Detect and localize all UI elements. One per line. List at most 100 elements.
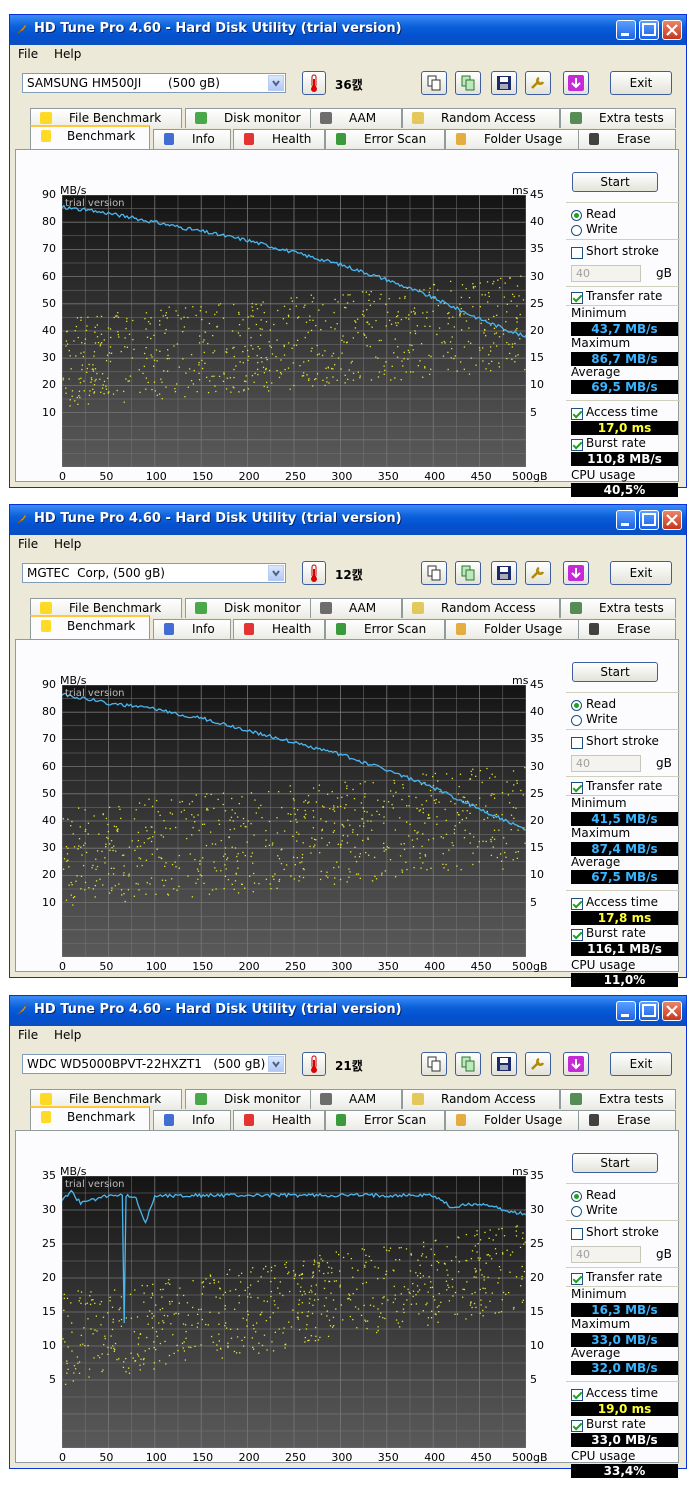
- tab-error-scan[interactable]: Error Scan: [325, 1110, 445, 1130]
- download-button[interactable]: [563, 1052, 589, 1076]
- options-button[interactable]: [525, 71, 551, 95]
- tab-disk-monitor[interactable]: Disk monitor: [185, 598, 311, 618]
- menu-file[interactable]: File: [18, 1028, 38, 1042]
- burst-rate-checkbox[interactable]: [571, 929, 583, 941]
- tab-erase[interactable]: Erase: [578, 619, 676, 639]
- tab-benchmark[interactable]: Benchmark: [30, 1106, 150, 1130]
- close-button[interactable]: [662, 1001, 682, 1021]
- tab-folder-usage[interactable]: Folder Usage: [445, 129, 579, 149]
- options-button[interactable]: [525, 561, 551, 585]
- menu-help[interactable]: Help: [54, 47, 81, 61]
- tab-random-access[interactable]: Random Access: [402, 108, 560, 128]
- read-radio[interactable]: [571, 1191, 582, 1202]
- copy-all-button[interactable]: [455, 71, 481, 95]
- tab-error-scan[interactable]: Error Scan: [325, 129, 445, 149]
- burst-rate-checkbox[interactable]: [571, 439, 583, 451]
- tab-info[interactable]: Info: [153, 1110, 231, 1130]
- transfer-rate-checkbox[interactable]: [571, 782, 583, 794]
- drive-select[interactable]: WDC WD5000BPVT-22HXZT1 (500 gB): [22, 1054, 286, 1074]
- tab-random-access[interactable]: Random Access: [402, 598, 560, 618]
- chevron-down-icon[interactable]: [268, 565, 284, 581]
- exit-button[interactable]: Exit: [610, 71, 672, 95]
- copy-info-button[interactable]: [421, 1052, 447, 1076]
- download-button[interactable]: [563, 561, 589, 585]
- start-button[interactable]: Start: [572, 662, 658, 682]
- chevron-down-icon[interactable]: [268, 1056, 284, 1072]
- tab-info[interactable]: Info: [153, 619, 231, 639]
- minimize-button[interactable]: [616, 1001, 636, 1021]
- stroke-size-field[interactable]: 40: [571, 1246, 641, 1263]
- minimize-button[interactable]: [616, 20, 636, 40]
- tab-aam[interactable]: AAM: [310, 1089, 402, 1109]
- title-bar[interactable]: HD Tune Pro 4.60 - Hard Disk Utility (tr…: [10, 505, 686, 535]
- save-button[interactable]: [491, 1052, 517, 1076]
- menu-file[interactable]: File: [18, 537, 38, 551]
- minimize-button[interactable]: [616, 510, 636, 530]
- access-time-checkbox[interactable]: [571, 898, 583, 910]
- read-radio[interactable]: [571, 700, 582, 711]
- short-stroke-checkbox[interactable]: [571, 737, 583, 749]
- access-time-checkbox[interactable]: [571, 408, 583, 420]
- download-button[interactable]: [563, 71, 589, 95]
- transfer-rate-checkbox[interactable]: [571, 292, 583, 304]
- tab-disk-monitor[interactable]: Disk monitor: [185, 1089, 311, 1109]
- short-stroke-checkbox[interactable]: [571, 247, 583, 259]
- save-button[interactable]: [491, 71, 517, 95]
- temperature-button[interactable]: [302, 561, 326, 585]
- short-stroke-checkbox[interactable]: [571, 1228, 583, 1240]
- tab-random-access[interactable]: Random Access: [402, 1089, 560, 1109]
- maximize-button[interactable]: [639, 20, 659, 40]
- access-time-checkbox[interactable]: [571, 1389, 583, 1401]
- temperature-button[interactable]: [302, 1052, 326, 1076]
- copy-all-button[interactable]: [455, 1052, 481, 1076]
- chevron-down-icon[interactable]: [268, 75, 284, 91]
- maximize-button[interactable]: [639, 510, 659, 530]
- stroke-size-field[interactable]: 40: [571, 755, 641, 772]
- tab-aam[interactable]: AAM: [310, 598, 402, 618]
- close-button[interactable]: [662, 20, 682, 40]
- stroke-size-field[interactable]: 40: [571, 265, 641, 282]
- tab-extra-tests[interactable]: Extra tests: [560, 1089, 676, 1109]
- tab-disk-monitor[interactable]: Disk monitor: [185, 108, 311, 128]
- tab-info[interactable]: Info: [153, 129, 231, 149]
- tab-extra-tests[interactable]: Extra tests: [560, 598, 676, 618]
- access-time-point: [319, 852, 321, 854]
- menu-help[interactable]: Help: [54, 1028, 81, 1042]
- drive-select[interactable]: MGTEC Corp, (500 gB): [22, 563, 286, 583]
- read-radio[interactable]: [571, 210, 582, 221]
- tab-benchmark[interactable]: Benchmark: [30, 125, 150, 149]
- tab-erase[interactable]: Erase: [578, 129, 676, 149]
- tab-error-scan[interactable]: Error Scan: [325, 619, 445, 639]
- close-button[interactable]: [662, 510, 682, 530]
- start-button[interactable]: Start: [572, 172, 658, 192]
- title-bar[interactable]: HD Tune Pro 4.60 - Hard Disk Utility (tr…: [10, 996, 686, 1026]
- write-radio[interactable]: [571, 225, 582, 236]
- temperature-button[interactable]: [302, 71, 326, 95]
- menu-help[interactable]: Help: [54, 537, 81, 551]
- exit-button[interactable]: Exit: [610, 1052, 672, 1076]
- tab-health[interactable]: Health: [233, 1110, 325, 1130]
- tab-folder-usage[interactable]: Folder Usage: [445, 1110, 579, 1130]
- tab-health[interactable]: Health: [233, 619, 325, 639]
- tab-health[interactable]: Health: [233, 129, 325, 149]
- maximize-button[interactable]: [639, 1001, 659, 1021]
- tab-folder-usage[interactable]: Folder Usage: [445, 619, 579, 639]
- exit-button[interactable]: Exit: [610, 561, 672, 585]
- copy-info-button[interactable]: [421, 71, 447, 95]
- options-button[interactable]: [525, 1052, 551, 1076]
- save-button[interactable]: [491, 561, 517, 585]
- burst-rate-checkbox[interactable]: [571, 1420, 583, 1432]
- tab-benchmark[interactable]: Benchmark: [30, 615, 150, 639]
- menu-file[interactable]: File: [18, 47, 38, 61]
- title-bar[interactable]: HD Tune Pro 4.60 - Hard Disk Utility (tr…: [10, 15, 686, 45]
- transfer-rate-checkbox[interactable]: [571, 1273, 583, 1285]
- tab-aam[interactable]: AAM: [310, 108, 402, 128]
- copy-all-button[interactable]: [455, 561, 481, 585]
- copy-info-button[interactable]: [421, 561, 447, 585]
- write-radio[interactable]: [571, 1206, 582, 1217]
- tab-erase[interactable]: Erase: [578, 1110, 676, 1130]
- start-button[interactable]: Start: [572, 1153, 658, 1173]
- tab-extra-tests[interactable]: Extra tests: [560, 108, 676, 128]
- write-radio[interactable]: [571, 715, 582, 726]
- drive-select[interactable]: SAMSUNG HM500JI (500 gB): [22, 73, 286, 93]
